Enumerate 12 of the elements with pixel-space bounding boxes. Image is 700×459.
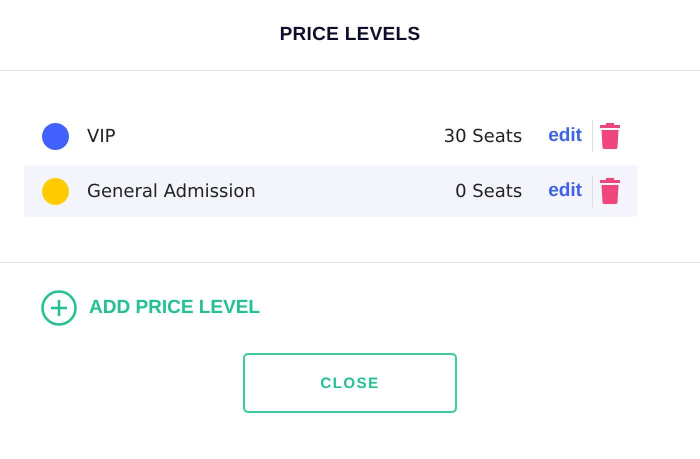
seat-count: 0 Seats: [455, 180, 522, 202]
level-name: General Admission: [87, 180, 257, 202]
edit-link[interactable]: edit: [548, 125, 582, 147]
seat-count: 30 Seats: [444, 126, 522, 146]
dialog-title: PRICE LEVELS: [280, 24, 420, 46]
price-level-row[interactable]: VIP 30 Seats edit: [24, 110, 638, 162]
price-level-row[interactable]: General Admission 0 Seats edit: [24, 165, 638, 217]
trash-icon[interactable]: [600, 123, 620, 149]
trash-icon[interactable]: [600, 178, 620, 204]
plus-circle-icon: [41, 290, 77, 326]
level-name: VIP: [87, 126, 116, 146]
edit-link[interactable]: edit: [548, 180, 582, 202]
